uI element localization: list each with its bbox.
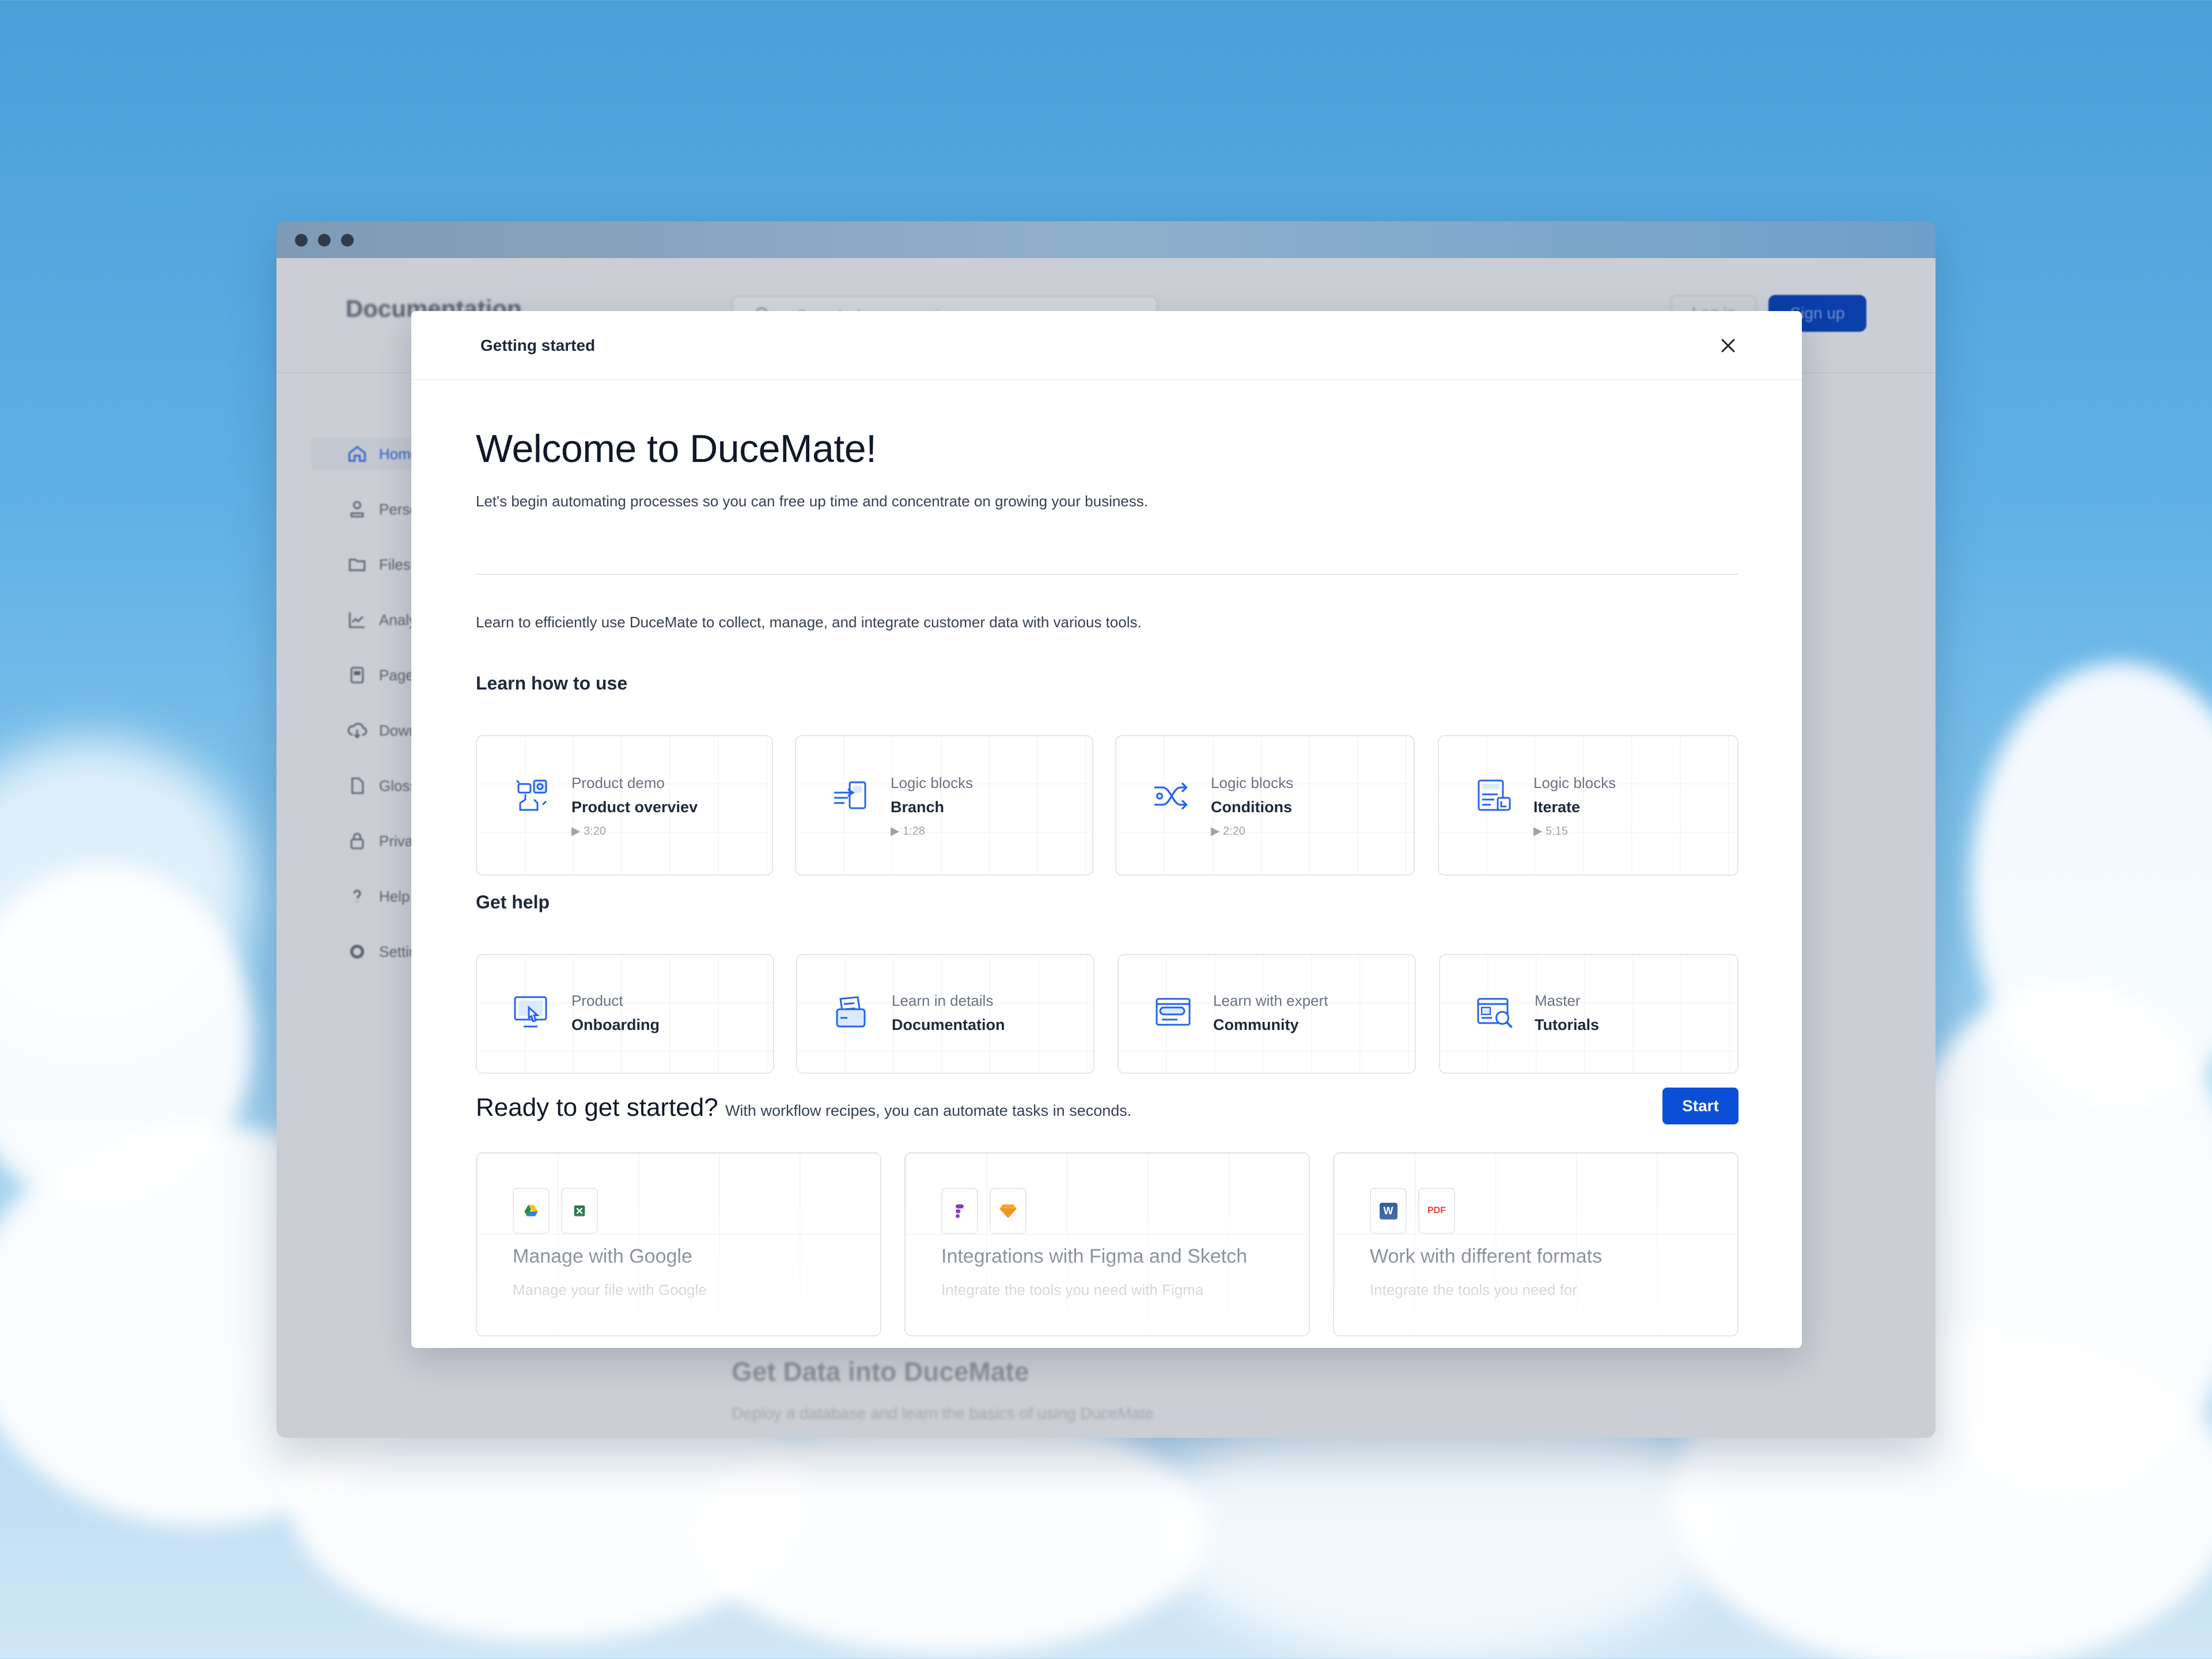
- card-title: Tutorials: [1535, 1016, 1600, 1033]
- card-category: Learn with expert: [1213, 992, 1328, 1009]
- recipe-description: Integrate the tools you need with Figma: [941, 1281, 1204, 1298]
- page-icon: [346, 664, 369, 687]
- chart-icon: [346, 608, 369, 631]
- recipe-card-formats[interactable]: W PDF Work with different formats Integr…: [1333, 1152, 1738, 1336]
- ready-title: Ready to get started?: [476, 1093, 718, 1122]
- learn-card-product-overview[interactable]: Product demo Product overviev ▶ 3:20: [476, 735, 773, 876]
- card-title: Documentation: [892, 1016, 1005, 1033]
- modal-header: Getting started: [411, 311, 1802, 380]
- learn-description: Learn to efficiently use DuceMate to col…: [476, 613, 1142, 631]
- google-drive-icon: [513, 1188, 550, 1234]
- product-demo-icon: [516, 779, 547, 811]
- help-card-onboarding[interactable]: Product Onboarding: [476, 954, 774, 1074]
- recipe-card-figma-sketch[interactable]: Integrations with Figma and Sketch Integ…: [904, 1152, 1310, 1336]
- lock-icon: [346, 830, 369, 853]
- documentation-icon: [836, 996, 866, 1028]
- window-titlebar: [276, 221, 1936, 258]
- sidebar-item-label: Help: [379, 887, 410, 905]
- help-section-title: Get help: [476, 892, 550, 912]
- conditions-icon: [1154, 782, 1188, 810]
- card-category: Logic blocks: [891, 774, 974, 791]
- help-card-community[interactable]: Learn with expert Community: [1118, 954, 1416, 1074]
- recipe-title: Integrations with Figma and Sketch: [941, 1245, 1248, 1267]
- card-duration: ▶ 5:15: [1533, 825, 1568, 838]
- help-card-documentation[interactable]: Learn in details Documentation: [796, 954, 1094, 1074]
- card-title: Product overviev: [571, 798, 698, 816]
- cloud: [691, 1411, 1210, 1653]
- card-category: Logic blocks: [1533, 774, 1616, 791]
- excel-icon: [561, 1188, 598, 1234]
- recipe-card-google[interactable]: Manage with Google Manage your file with…: [476, 1152, 881, 1336]
- learn-card-branch[interactable]: Logic blocks Branch ▶ 1:28: [795, 735, 1093, 876]
- start-button[interactable]: Start: [1662, 1088, 1738, 1124]
- home-icon: [346, 442, 369, 465]
- folder-icon: [346, 553, 369, 576]
- onboarding-icon: [514, 996, 547, 1028]
- learn-card-iterate[interactable]: Logic blocks Iterate ▶ 5:15: [1438, 735, 1738, 876]
- welcome-title: Welcome to DuceMate!: [476, 427, 877, 471]
- ready-subtitle: With workflow recipes, you can automate …: [725, 1102, 1132, 1119]
- background-section-subtitle: Deploy a database and learn the basics o…: [732, 1404, 1154, 1422]
- intro-text: Let's begin automating processes so you …: [476, 493, 1148, 510]
- card-category: Product: [571, 992, 623, 1009]
- getting-started-modal: Getting started Welcome to DuceMate! Let…: [411, 311, 1802, 1348]
- sidebar-item-label: Files: [379, 555, 411, 573]
- user-icon: [346, 498, 369, 521]
- window-maximize-dot[interactable]: [341, 234, 354, 247]
- card-category: Learn in details: [892, 992, 994, 1009]
- window-close-dot[interactable]: [295, 234, 308, 247]
- iterate-icon: [1478, 779, 1511, 811]
- help-card-tutorials[interactable]: Master Tutorials: [1439, 954, 1738, 1074]
- background-section-title: Get Data into DuceMate: [732, 1357, 1029, 1387]
- close-icon: [1721, 339, 1735, 353]
- card-title: Community: [1213, 1016, 1299, 1033]
- window-minimize-dot[interactable]: [318, 234, 331, 247]
- card-category: Logic blocks: [1211, 774, 1294, 791]
- recipe-title: Work with different formats: [1370, 1245, 1603, 1267]
- pdf-icon: PDF: [1418, 1188, 1455, 1234]
- word-icon: W: [1370, 1188, 1407, 1234]
- ready-heading: Ready to get started? With workflow reci…: [476, 1093, 1131, 1122]
- modal-title: Getting started: [480, 336, 596, 354]
- card-title: Branch: [891, 798, 945, 816]
- document-icon: [346, 774, 369, 797]
- recipe-description: Manage your file with Google: [513, 1281, 707, 1298]
- learn-section-title: Learn how to use: [476, 673, 628, 694]
- word-icon-label: W: [1379, 1202, 1397, 1219]
- card-duration: ▶ 1:28: [891, 825, 925, 838]
- branch-icon: [834, 781, 866, 809]
- card-duration: ▶ 2:20: [1211, 825, 1245, 838]
- card-title: Iterate: [1533, 798, 1581, 816]
- pdf-icon-label: PDF: [1427, 1206, 1446, 1215]
- divider: [476, 574, 1738, 575]
- recipe-title: Manage with Google: [513, 1245, 692, 1267]
- card-title: Conditions: [1211, 798, 1292, 816]
- card-category: Product demo: [571, 774, 665, 791]
- card-duration: ▶ 3:20: [571, 825, 606, 838]
- recipe-description: Integrate the tools you need for: [1370, 1281, 1577, 1298]
- question-icon: [346, 885, 369, 908]
- gear-icon: [346, 940, 369, 963]
- card-title: Onboarding: [571, 1016, 660, 1033]
- sketch-icon: [990, 1188, 1027, 1234]
- close-button[interactable]: [1715, 333, 1741, 358]
- cloud-download-icon: [346, 719, 369, 742]
- card-category: Master: [1535, 992, 1581, 1009]
- figma-icon: [941, 1188, 978, 1234]
- tutorials-icon: [1477, 998, 1513, 1028]
- community-icon: [1156, 998, 1191, 1026]
- learn-card-conditions[interactable]: Logic blocks Conditions ▶ 2:20: [1115, 735, 1415, 876]
